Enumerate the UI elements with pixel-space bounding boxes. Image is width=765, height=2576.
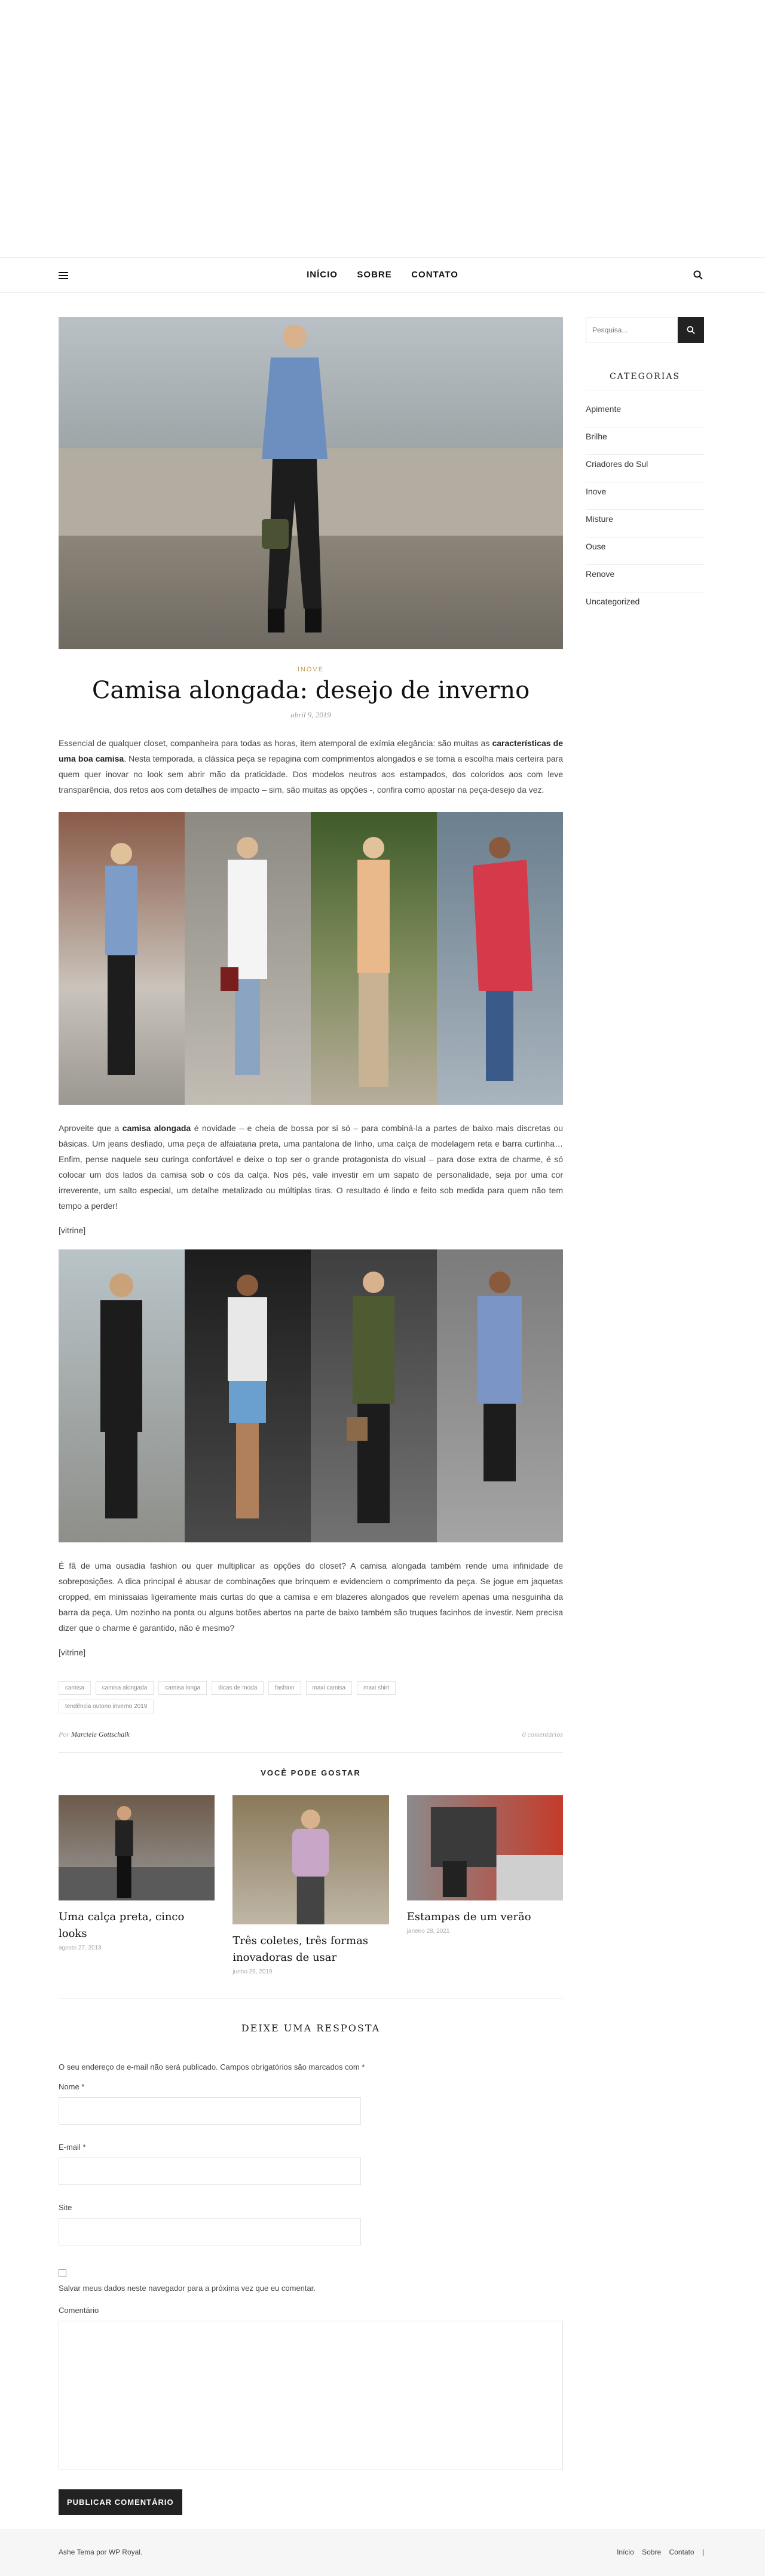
post-category[interactable]: INOVE — [59, 666, 563, 673]
look-image — [437, 1249, 563, 1542]
related-post-title[interactable]: Estampas de um verão — [407, 1909, 563, 1926]
footer-credit[interactable]: Ashe Tema por WP Royal. — [59, 2548, 142, 2556]
post-intro: Essencial de qualquer closet, companheir… — [59, 738, 563, 795]
post-tags: camisa camisa alongada camisa longa dica… — [59, 1681, 477, 1713]
related-post-date: janeiro 28, 2021 — [406, 1928, 450, 1935]
footer-menu: Início Sobre Contato | — [611, 2548, 704, 2556]
look-image — [437, 812, 563, 1105]
vitrine-placeholder: [vitrine] — [59, 1648, 86, 1657]
category-link[interactable]: Apimente — [586, 400, 704, 427]
category-link[interactable]: Ouse — [586, 537, 704, 565]
search-input[interactable] — [586, 317, 678, 343]
footer-link-contato[interactable]: Contato — [669, 2548, 694, 2556]
category-link[interactable]: Renove — [586, 565, 704, 592]
related-post[interactable]: Estampas de um verão janeiro 28, 2021 — [406, 1795, 563, 1975]
categories-title: CATEGORIAS — [609, 372, 681, 381]
category-link[interactable]: Uncategorized — [586, 592, 704, 620]
related-image[interactable] — [59, 1795, 215, 1900]
related-post-date: agosto 27, 2018 — [59, 1945, 102, 1951]
submit-comment-button[interactable]: PUBLICAR COMENTÁRIO — [59, 2489, 182, 2515]
save-info-label: Salvar meus dados neste navegador para a… — [59, 2284, 316, 2293]
categories-list: Apimente Brilhe Criadores do Sul Inove M… — [586, 400, 704, 620]
tag-link[interactable]: tendência outono inverno 2019 — [59, 1700, 154, 1713]
post-paragraph: Aproveite que a camisa alongada é novida… — [59, 1123, 563, 1211]
site-label: Site — [59, 2203, 72, 2212]
post-paragraph: É fã de uma ousadia fashion ou quer mult… — [59, 1561, 563, 1633]
look-image — [185, 812, 311, 1105]
tag-link[interactable]: maxi shirt — [357, 1681, 396, 1695]
author-prefix: Por — [59, 1730, 69, 1738]
search-icon[interactable] — [693, 270, 703, 280]
look-grid-2 — [59, 1249, 563, 1542]
related-image[interactable] — [406, 1795, 563, 1900]
related-post-date: junho 26, 2019 — [232, 1969, 273, 1975]
comment-label: Comentário — [59, 2306, 99, 2315]
footer-link-sobre[interactable]: Sobre — [642, 2548, 661, 2556]
tag-link[interactable]: camisa — [59, 1681, 91, 1695]
related-image[interactable] — [232, 1795, 389, 1924]
main-navigation: INÍCIO SOBRE CONTATO — [0, 257, 765, 293]
category-link[interactable]: Brilhe — [586, 427, 704, 455]
save-info-checkbox[interactable] — [59, 2269, 66, 2277]
related-post[interactable]: Três coletes, três formas inovadoras de … — [232, 1795, 389, 1975]
site-footer: Ashe Tema por WP Royal. Início Sobre Con… — [0, 2529, 765, 2576]
search-icon — [687, 326, 695, 334]
tag-link[interactable]: camisa longa — [158, 1681, 207, 1695]
nav-item-sobre[interactable]: SOBRE — [357, 270, 391, 280]
related-post-title[interactable]: Três coletes, três formas inovadoras de … — [232, 1933, 388, 1966]
post-title: Camisa alongada: desejo de inverno — [91, 677, 530, 704]
author-link[interactable]: Marciele Gottschalk — [71, 1730, 130, 1738]
reply-title: DEIXE UMA RESPOSTA — [241, 2022, 381, 2034]
look-image — [59, 1249, 185, 1542]
sidebar-search — [586, 317, 704, 343]
category-link[interactable]: Inove — [586, 482, 704, 510]
category-link[interactable]: Criadores do Sul — [586, 455, 704, 482]
tag-link[interactable]: camisa alongada — [95, 1681, 154, 1695]
comments-count[interactable]: 0 comentários — [522, 1730, 563, 1739]
form-note: O seu endereço de e-mail não será public… — [59, 2062, 365, 2071]
footer-link-inicio[interactable]: Início — [617, 2548, 634, 2556]
tag-link[interactable]: dicas de moda — [212, 1681, 264, 1695]
look-image — [311, 812, 437, 1105]
email-field[interactable] — [59, 2158, 361, 2185]
sidebar: CATEGORIAS Apimente Brilhe Criadores do … — [586, 317, 704, 620]
name-label: Nome * — [59, 2082, 85, 2091]
nav-item-contato[interactable]: CONTATO — [411, 270, 458, 280]
look-image — [59, 812, 185, 1105]
featured-image[interactable] — [59, 317, 563, 649]
post-meta: Por Marciele Gottschalk 0 comentários — [59, 1730, 563, 1739]
related-post-title[interactable]: Uma calça preta, cinco looks — [59, 1909, 215, 1942]
tag-link[interactable]: fashion — [268, 1681, 301, 1695]
post-date: abril 9, 2019 — [290, 710, 331, 719]
category-link[interactable]: Misture — [586, 510, 704, 537]
look-grid-1 — [59, 812, 563, 1105]
nav-menu: INÍCIO SOBRE CONTATO — [0, 270, 765, 280]
email-label: E-mail * — [59, 2143, 86, 2152]
nav-item-inicio[interactable]: INÍCIO — [307, 270, 338, 280]
footer-separator: | — [702, 2548, 704, 2556]
comment-textarea[interactable] — [59, 2321, 563, 2470]
related-title: VOCÊ PODE GOSTAR — [261, 1768, 361, 1777]
tag-link[interactable]: maxi camisa — [305, 1681, 353, 1695]
search-button[interactable] — [678, 317, 704, 343]
related-post[interactable]: Uma calça preta, cinco looks agosto 27, … — [59, 1795, 215, 1975]
post-article: INOVE Camisa alongada: desejo de inverno… — [59, 317, 563, 2515]
look-image — [311, 1249, 437, 1542]
look-image — [185, 1249, 311, 1542]
vitrine-placeholder: [vitrine] — [59, 1226, 86, 1235]
site-field[interactable] — [59, 2218, 361, 2245]
name-field[interactable] — [59, 2097, 361, 2125]
related-posts: Uma calça preta, cinco looks agosto 27, … — [59, 1795, 563, 1975]
